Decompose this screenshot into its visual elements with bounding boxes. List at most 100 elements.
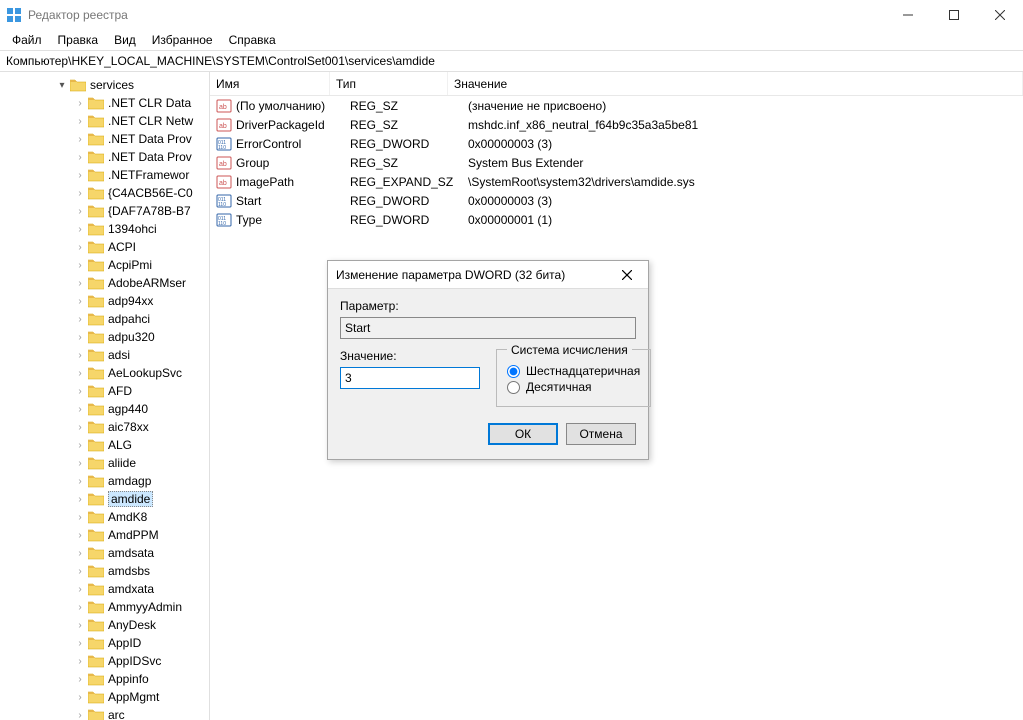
chevron-right-icon[interactable]: › [74, 511, 86, 523]
tree-item[interactable]: ›AmdPPM [0, 526, 209, 544]
chevron-right-icon[interactable]: › [74, 97, 86, 109]
tree-item[interactable]: ›adpahci [0, 310, 209, 328]
list-row[interactable]: abDriverPackageIdREG_SZmshdc.inf_x86_neu… [210, 115, 1023, 134]
tree-item[interactable]: ›.NET CLR Data [0, 94, 209, 112]
chevron-right-icon[interactable]: › [74, 205, 86, 217]
tree-item[interactable]: ›aic78xx [0, 418, 209, 436]
tree-item[interactable]: ›AppID [0, 634, 209, 652]
radix-dec-radio[interactable] [507, 381, 520, 394]
list-row[interactable]: abGroupREG_SZSystem Bus Extender [210, 153, 1023, 172]
chevron-right-icon[interactable]: › [74, 223, 86, 235]
tree-item[interactable]: ›AcpiPmi [0, 256, 209, 274]
radix-dec-row[interactable]: Десятичная [507, 380, 640, 394]
ok-button[interactable]: ОК [488, 423, 558, 445]
chevron-right-icon[interactable]: › [74, 295, 86, 307]
tree-item[interactable]: ›adp94xx [0, 292, 209, 310]
chevron-right-icon[interactable]: › [74, 331, 86, 343]
chevron-right-icon[interactable]: › [74, 367, 86, 379]
list-row[interactable]: 011110ErrorControlREG_DWORD0x00000003 (3… [210, 134, 1023, 153]
chevron-right-icon[interactable]: › [74, 619, 86, 631]
list-row[interactable]: ab(По умолчанию)REG_SZ(значение не присв… [210, 96, 1023, 115]
chevron-down-icon[interactable]: ▾ [56, 79, 68, 91]
chevron-right-icon[interactable]: › [74, 457, 86, 469]
tree-item[interactable]: ›.NET Data Prov [0, 148, 209, 166]
chevron-right-icon[interactable]: › [74, 709, 86, 720]
chevron-right-icon[interactable]: › [74, 673, 86, 685]
tree-item[interactable]: ›AppIDSvc [0, 652, 209, 670]
chevron-right-icon[interactable]: › [74, 583, 86, 595]
list-row[interactable]: abImagePathREG_EXPAND_SZ\SystemRoot\syst… [210, 172, 1023, 191]
minimize-button[interactable] [885, 0, 931, 30]
chevron-right-icon[interactable]: › [74, 565, 86, 577]
chevron-right-icon[interactable]: › [74, 439, 86, 451]
tree-item[interactable]: ›AFD [0, 382, 209, 400]
cancel-button[interactable]: Отмена [566, 423, 636, 445]
menu-help[interactable]: Справка [221, 31, 284, 49]
address-bar[interactable]: Компьютер\HKEY_LOCAL_MACHINE\SYSTEM\Cont… [0, 50, 1023, 72]
close-button[interactable] [977, 0, 1023, 30]
tree-item[interactable]: ›{C4ACB56E-C0 [0, 184, 209, 202]
chevron-right-icon[interactable]: › [74, 475, 86, 487]
tree-item[interactable]: ›adsi [0, 346, 209, 364]
list-row[interactable]: 011110StartREG_DWORD0x00000003 (3) [210, 191, 1023, 210]
tree-item[interactable]: ›amdide [0, 490, 209, 508]
tree-item[interactable]: ›{DAF7A78B-B7 [0, 202, 209, 220]
menu-view[interactable]: Вид [106, 31, 144, 49]
tree-item[interactable]: ›arc [0, 706, 209, 720]
tree-item[interactable]: ›ALG [0, 436, 209, 454]
tree-item[interactable]: ›.NETFramewor [0, 166, 209, 184]
tree-item[interactable]: ›adpu320 [0, 328, 209, 346]
tree-item[interactable]: ›amdsbs [0, 562, 209, 580]
tree-item[interactable]: ›amdsata [0, 544, 209, 562]
menu-edit[interactable]: Правка [50, 31, 107, 49]
tree-item[interactable]: ›AeLookupSvc [0, 364, 209, 382]
chevron-right-icon[interactable]: › [74, 637, 86, 649]
chevron-right-icon[interactable]: › [74, 277, 86, 289]
maximize-button[interactable] [931, 0, 977, 30]
tree-item[interactable]: ›1394ohci [0, 220, 209, 238]
tree-pane[interactable]: ▾ services ›.NET CLR Data›.NET CLR Netw›… [0, 72, 210, 720]
dialog-titlebar[interactable]: Изменение параметра DWORD (32 бита) [328, 261, 648, 289]
tree-item[interactable]: ›AdobeARMser [0, 274, 209, 292]
chevron-right-icon[interactable]: › [74, 259, 86, 271]
chevron-right-icon[interactable]: › [74, 241, 86, 253]
tree-item[interactable]: ›agp440 [0, 400, 209, 418]
chevron-right-icon[interactable]: › [74, 421, 86, 433]
chevron-right-icon[interactable]: › [74, 349, 86, 361]
col-header-value[interactable]: Значение [448, 72, 1023, 95]
value-input[interactable] [340, 367, 480, 389]
chevron-right-icon[interactable]: › [74, 151, 86, 163]
tree-item[interactable]: ›AmdK8 [0, 508, 209, 526]
radix-hex-radio[interactable] [507, 365, 520, 378]
tree-parent-services[interactable]: ▾ services [0, 76, 209, 94]
tree-item[interactable]: ›.NET Data Prov [0, 130, 209, 148]
chevron-right-icon[interactable]: › [74, 133, 86, 145]
chevron-right-icon[interactable]: › [74, 187, 86, 199]
chevron-right-icon[interactable]: › [74, 169, 86, 181]
menu-favorites[interactable]: Избранное [144, 31, 221, 49]
tree-item[interactable]: ›AmmyyAdmin [0, 598, 209, 616]
chevron-right-icon[interactable]: › [74, 403, 86, 415]
tree-item[interactable]: ›AnyDesk [0, 616, 209, 634]
chevron-right-icon[interactable]: › [74, 115, 86, 127]
chevron-right-icon[interactable]: › [74, 313, 86, 325]
chevron-right-icon[interactable]: › [74, 601, 86, 613]
chevron-right-icon[interactable]: › [74, 655, 86, 667]
tree-item[interactable]: ›amdagp [0, 472, 209, 490]
col-header-name[interactable]: Имя [210, 72, 330, 95]
tree-item[interactable]: ›aliide [0, 454, 209, 472]
tree-item[interactable]: ›amdxata [0, 580, 209, 598]
tree-item[interactable]: ›.NET CLR Netw [0, 112, 209, 130]
tree-item[interactable]: ›AppMgmt [0, 688, 209, 706]
tree-item[interactable]: ›Appinfo [0, 670, 209, 688]
chevron-right-icon[interactable]: › [74, 385, 86, 397]
col-header-type[interactable]: Тип [330, 72, 448, 95]
tree-item[interactable]: ›ACPI [0, 238, 209, 256]
dialog-close-button[interactable] [614, 265, 640, 285]
chevron-right-icon[interactable]: › [74, 691, 86, 703]
menu-file[interactable]: Файл [4, 31, 50, 49]
radix-hex-row[interactable]: Шестнадцатеричная [507, 364, 640, 378]
chevron-right-icon[interactable]: › [74, 529, 86, 541]
chevron-right-icon[interactable]: › [74, 493, 86, 505]
chevron-right-icon[interactable]: › [74, 547, 86, 559]
